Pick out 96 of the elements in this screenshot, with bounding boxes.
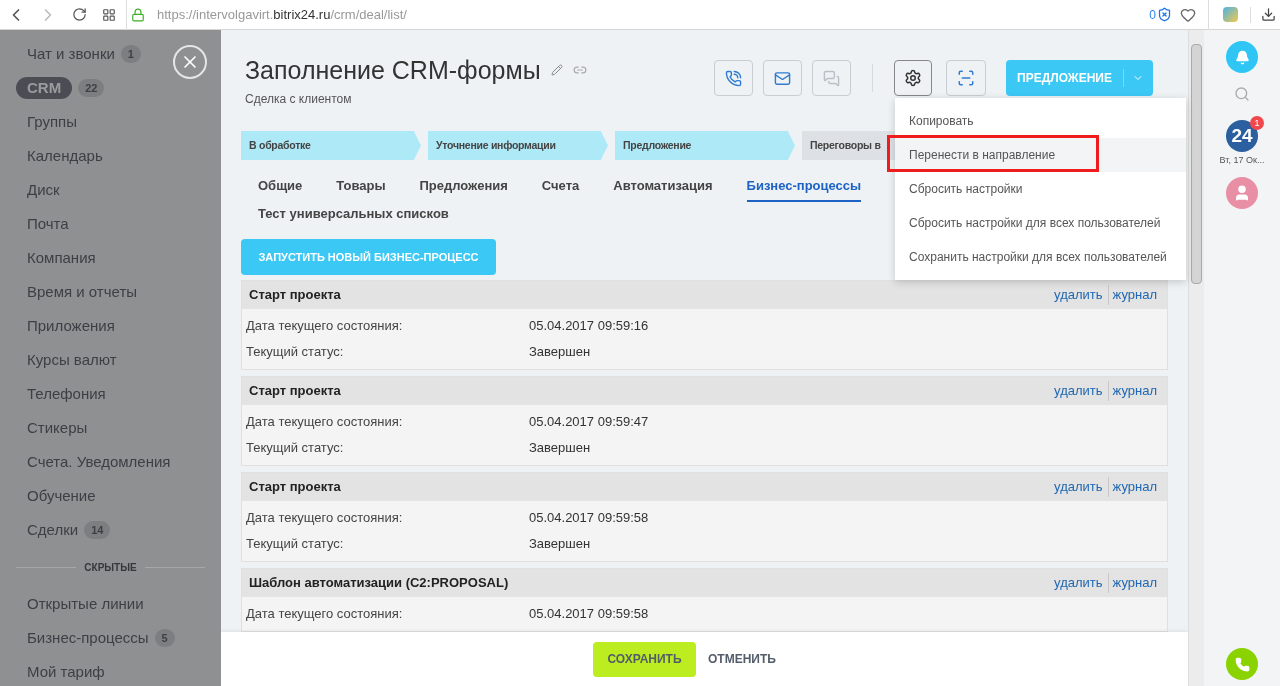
call-button[interactable] [714,60,753,96]
field-value: 05.04.2017 09:59:47 [529,413,649,432]
count-badge: 5 [154,629,175,647]
log-link[interactable]: журнал [1108,477,1157,497]
heart-icon[interactable] [1180,6,1196,23]
settings-button[interactable] [894,60,932,96]
sidebar-item[interactable]: Бизнес-процессы [27,626,149,650]
lock-icon [131,7,145,22]
field-value: 05.04.2017 09:59:16 [529,317,649,336]
mail-icon [774,69,791,87]
extension-icon[interactable] [1223,7,1238,22]
sidebar-item[interactable]: Обучение [27,484,96,508]
cancel-button[interactable]: ОТМЕНИТЬ [708,650,776,668]
delete-link[interactable]: удалить [1054,573,1109,593]
field-label: Дата текущего состояния: [246,605,404,624]
field-label: Дата текущего состояния: [246,509,404,528]
sidebar-item[interactable]: Почта [27,212,69,236]
sidebar-item[interactable]: Счета. Уведомления [27,450,171,474]
sidebar-item[interactable]: Группы [27,110,77,134]
menu-item[interactable]: Сбросить настройки [895,172,1186,206]
process-title: Старт проекта [249,478,341,497]
sidebar-item[interactable]: CRM [16,77,73,99]
link-icon[interactable] [572,63,587,77]
field-value: Завершен [529,439,591,458]
log-link[interactable]: журнал [1108,381,1157,401]
sidebar-item[interactable]: Календарь [27,144,103,168]
sidebar-item[interactable]: Приложения [27,314,115,338]
tab[interactable]: Предложения [419,174,508,202]
field-label: Текущий статус: [246,439,345,458]
count-badge: 22 [78,79,105,97]
blocked-count: 0 [1149,6,1156,24]
delete-link[interactable]: удалить [1054,477,1109,497]
sidebar-item[interactable]: Сделки [27,518,79,542]
tab[interactable]: Общие [258,174,303,202]
sidebar-item[interactable]: Стикеры [27,416,88,440]
stage-step[interactable]: В обработке [241,131,421,160]
count-badge: 1 [120,45,141,63]
process-title: Старт проекта [249,286,341,305]
user-avatar[interactable] [1226,176,1258,209]
field-label: Текущий статус: [246,535,345,554]
process-title: Шаблон автоматизации (C2:PROPOSAL) [249,574,509,593]
menu-item[interactable]: Сбросить настройки для всех пользователей [895,206,1186,240]
tab[interactable]: Товары [336,174,386,202]
field-label: Дата текущего состояния: [246,413,404,432]
page-subtitle: Сделка с клиентом [245,91,353,108]
sidebar-item[interactable]: Диск [27,178,60,202]
tab[interactable]: Тест универсальных списков [258,202,449,230]
sidebar-item[interactable]: Курсы валют [27,348,117,372]
tab[interactable]: Бизнес-процессы [746,174,862,202]
field-value: 05.04.2017 09:59:58 [529,605,649,624]
process-title: Старт проекта [249,382,341,401]
menu-item[interactable]: Сохранить настройки для всех пользователей [895,240,1186,274]
stage-step[interactable]: Уточнение информации [428,131,608,160]
stage-step[interactable]: Предложение [615,131,795,160]
date-label: Вт, 17 Ок... [1219,154,1265,167]
chat-icon [823,69,840,87]
field-value: 05.04.2017 09:59:58 [529,509,649,528]
phone-icon [725,69,742,87]
search-icon[interactable] [1234,86,1250,102]
reload-icon[interactable] [72,7,87,22]
field-label: Дата текущего состояния: [246,317,404,336]
close-button[interactable] [173,45,207,79]
scan-button[interactable] [946,60,986,96]
tab[interactable]: Автоматизация [613,174,713,202]
shield-icon[interactable] [1157,7,1172,22]
field-value: Завершен [529,535,591,554]
download-icon[interactable] [1261,7,1276,22]
sidebar-item[interactable]: Время и отчеты [27,280,138,304]
sidebar-item[interactable]: Чат и звонки [27,42,115,66]
sidebar-item[interactable]: Мой тариф [27,660,105,684]
count-badge: 14 [84,521,111,539]
edit-icon[interactable] [550,64,563,76]
notification-badge: 1 [1250,116,1264,130]
call-icon[interactable] [1226,648,1258,680]
grid-icon[interactable] [102,7,116,22]
sidebar-item[interactable]: Компания [27,246,96,270]
save-button[interactable]: СОХРАНИТЬ [593,641,697,677]
field-label: Текущий статус: [246,343,345,362]
sidebar-item[interactable]: Открытые линии [27,592,144,616]
delete-link[interactable]: удалить [1054,285,1109,305]
log-link[interactable]: журнал [1108,285,1157,305]
delete-link[interactable]: удалить [1054,381,1109,401]
settings-icon [904,69,922,87]
page-title: Заполнение CRM-формы [245,56,541,84]
field-value: Завершен [529,343,591,362]
sidebar-item[interactable]: Телефония [27,382,106,406]
section-heading: СКРЫТЫЕ [84,560,137,575]
log-link[interactable]: журнал [1108,573,1157,593]
tab[interactable]: Счета [541,174,580,202]
scan-icon [957,69,975,87]
menu-item[interactable]: Перенести в направление [895,138,1186,172]
url-text[interactable]: https://intervolgavirt.bitrix24.ru/crm/deal/list/ [157,4,407,25]
email-button[interactable] [763,60,802,96]
chat-button[interactable] [812,60,851,96]
notifications-icon[interactable] [1226,41,1258,73]
address-bar[interactable]: https://intervolgavirt.bitrix24.ru/crm/deal/list/ 0 [126,0,1208,30]
